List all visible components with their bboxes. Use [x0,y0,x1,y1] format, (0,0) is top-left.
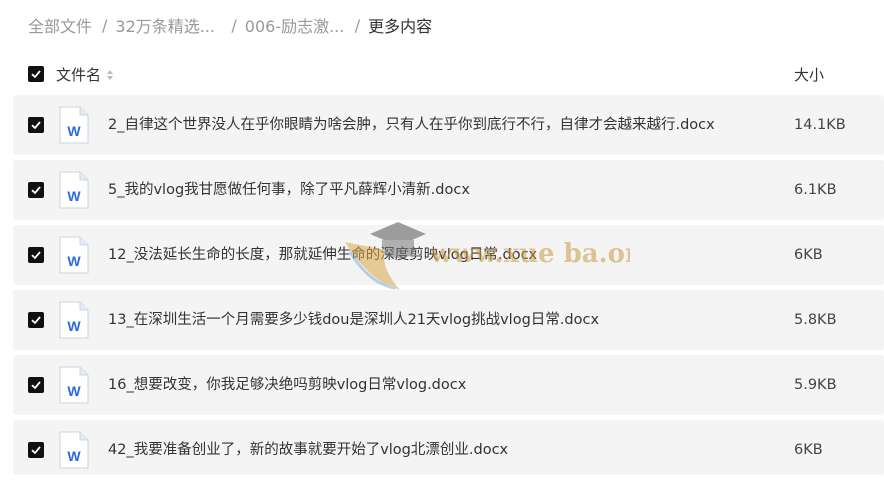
breadcrumb-separator: / [231,15,237,35]
file-size: 5.8KB [794,312,837,328]
row-checkbox[interactable] [28,247,44,263]
file-size: 5.9KB [794,377,837,393]
checkbox-checked-icon [31,70,41,79]
word-doc-icon: W [59,431,89,469]
checkbox-checked-icon [31,316,41,325]
word-doc-icon: W [59,236,89,274]
svg-text:W: W [67,318,81,334]
table-row[interactable]: W 13_在深圳生活一个月需要多少钱dou是深圳人21天vlog挑战vlog日常… [13,290,884,350]
table-row[interactable]: W 12_没法延长生命的长度，那就延伸生命的深度剪映vlog日常.docx 6K… [13,225,884,285]
table-header: 文件名 大小 [0,60,884,90]
breadcrumb-separator: / [102,15,108,35]
checkbox-checked-icon [31,186,41,195]
row-checkbox[interactable] [28,182,44,198]
sort-icon[interactable] [107,69,114,80]
word-doc-icon: W [59,106,89,144]
svg-text:W: W [67,448,81,464]
row-checkbox[interactable] [28,117,44,133]
table-row[interactable]: W 2_自律这个世界没人在乎你眼睛为啥会肿，只有人在乎你到底行不行，自律才会越来… [13,95,884,155]
checkbox-checked-icon [31,446,41,455]
file-size: 6KB [794,247,823,263]
column-header-name[interactable]: 文件名 [56,64,114,85]
column-header-size[interactable]: 大小 [794,64,824,85]
file-name[interactable]: 16_想要改变，你我足够决绝吗剪映vlog日常vlog.docx [108,355,466,415]
word-doc-icon: W [59,366,89,404]
svg-text:W: W [67,383,81,399]
row-checkbox[interactable] [28,312,44,328]
breadcrumb-item-folder-1[interactable]: 32万条精选... [115,13,225,37]
file-size: 14.1KB [794,117,846,133]
row-checkbox[interactable] [28,377,44,393]
breadcrumb-separator: / [354,15,361,35]
file-size: 6KB [794,442,823,458]
breadcrumb-item-folder-2[interactable]: 006-励志激... [245,13,349,37]
checkbox-checked-icon [31,251,41,260]
file-name[interactable]: 42_我要准备创业了，新的故事就要开始了vlog北漂创业.docx [108,420,508,480]
svg-text:W: W [67,188,81,204]
file-name[interactable]: 5_我的vlog我甘愿做任何事，除了平凡薛辉小清新.docx [108,160,470,220]
column-header-name-label: 文件名 [56,66,102,84]
word-doc-icon: W [59,171,89,209]
row-checkbox[interactable] [28,442,44,458]
file-size: 6.1KB [794,182,837,198]
svg-text:W: W [67,253,81,269]
file-name[interactable]: 2_自律这个世界没人在乎你眼睛为啥会肿，只有人在乎你到底行不行，自律才会越来越行… [108,95,715,155]
checkbox-checked-icon [31,381,41,390]
breadcrumb-item-current: 更多内容 [368,17,433,36]
word-doc-icon: W [59,301,89,339]
checkbox-checked-icon [31,121,41,130]
table-row[interactable]: W 42_我要准备创业了，新的故事就要开始了vlog北漂创业.docx 6KB [13,420,884,475]
svg-text:W: W [67,123,81,139]
breadcrumb: 全部文件 / 32万条精选... / 006-励志激... / 更多内容 [28,12,432,38]
file-name[interactable]: 13_在深圳生活一个月需要多少钱dou是深圳人21天vlog挑战vlog日常.d… [108,290,599,350]
breadcrumb-item-all-files[interactable]: 全部文件 [28,13,96,37]
table-row[interactable]: W 16_想要改变，你我足够决绝吗剪映vlog日常vlog.docx 5.9KB [13,355,884,415]
file-name[interactable]: 12_没法延长生命的长度，那就延伸生命的深度剪映vlog日常.docx [108,225,537,285]
table-row[interactable]: W 5_我的vlog我甘愿做任何事，除了平凡薛辉小清新.docx 6.1KB [13,160,884,220]
select-all-checkbox[interactable] [28,66,44,82]
